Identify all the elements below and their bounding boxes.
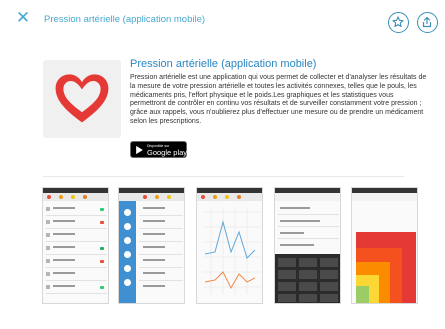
action-bar: [275, 193, 340, 201]
screenshot-keypad[interactable]: [274, 187, 341, 304]
header-bar: ✕ Pression artérielle (application mobil…: [0, 0, 445, 36]
share-button[interactable]: [417, 12, 438, 33]
heart-icon: [55, 74, 109, 123]
action-bar: [119, 193, 184, 201]
screenshot-menu[interactable]: [118, 187, 185, 304]
action-bar: [43, 193, 108, 201]
screenshot-list[interactable]: [42, 187, 109, 304]
app-icon: [43, 60, 121, 138]
mini-line-chart: [203, 207, 261, 294]
keypad: [275, 254, 340, 303]
star-icon: [392, 16, 404, 28]
nav-drawer: [119, 201, 136, 303]
google-play-badge[interactable]: Disponible sur Google play: [130, 141, 187, 158]
screenshot-heatmap[interactable]: [351, 187, 418, 304]
close-icon[interactable]: ✕: [15, 9, 31, 26]
badge-big-text: Google play: [147, 148, 188, 157]
heatmap-zone-green: [356, 286, 369, 303]
page-title: Pression artérielle (application mobile): [44, 14, 206, 25]
app-description: Pression artérielle est une application …: [130, 74, 427, 125]
share-icon: [422, 16, 432, 28]
action-bar: [352, 193, 417, 201]
action-bar: [197, 193, 262, 201]
google-play-icon: [136, 145, 143, 155]
app-name: Pression artérielle (application mobile): [130, 58, 317, 70]
divider: [43, 176, 404, 177]
screenshot-chart[interactable]: [196, 187, 263, 304]
favorite-button[interactable]: [388, 12, 409, 33]
